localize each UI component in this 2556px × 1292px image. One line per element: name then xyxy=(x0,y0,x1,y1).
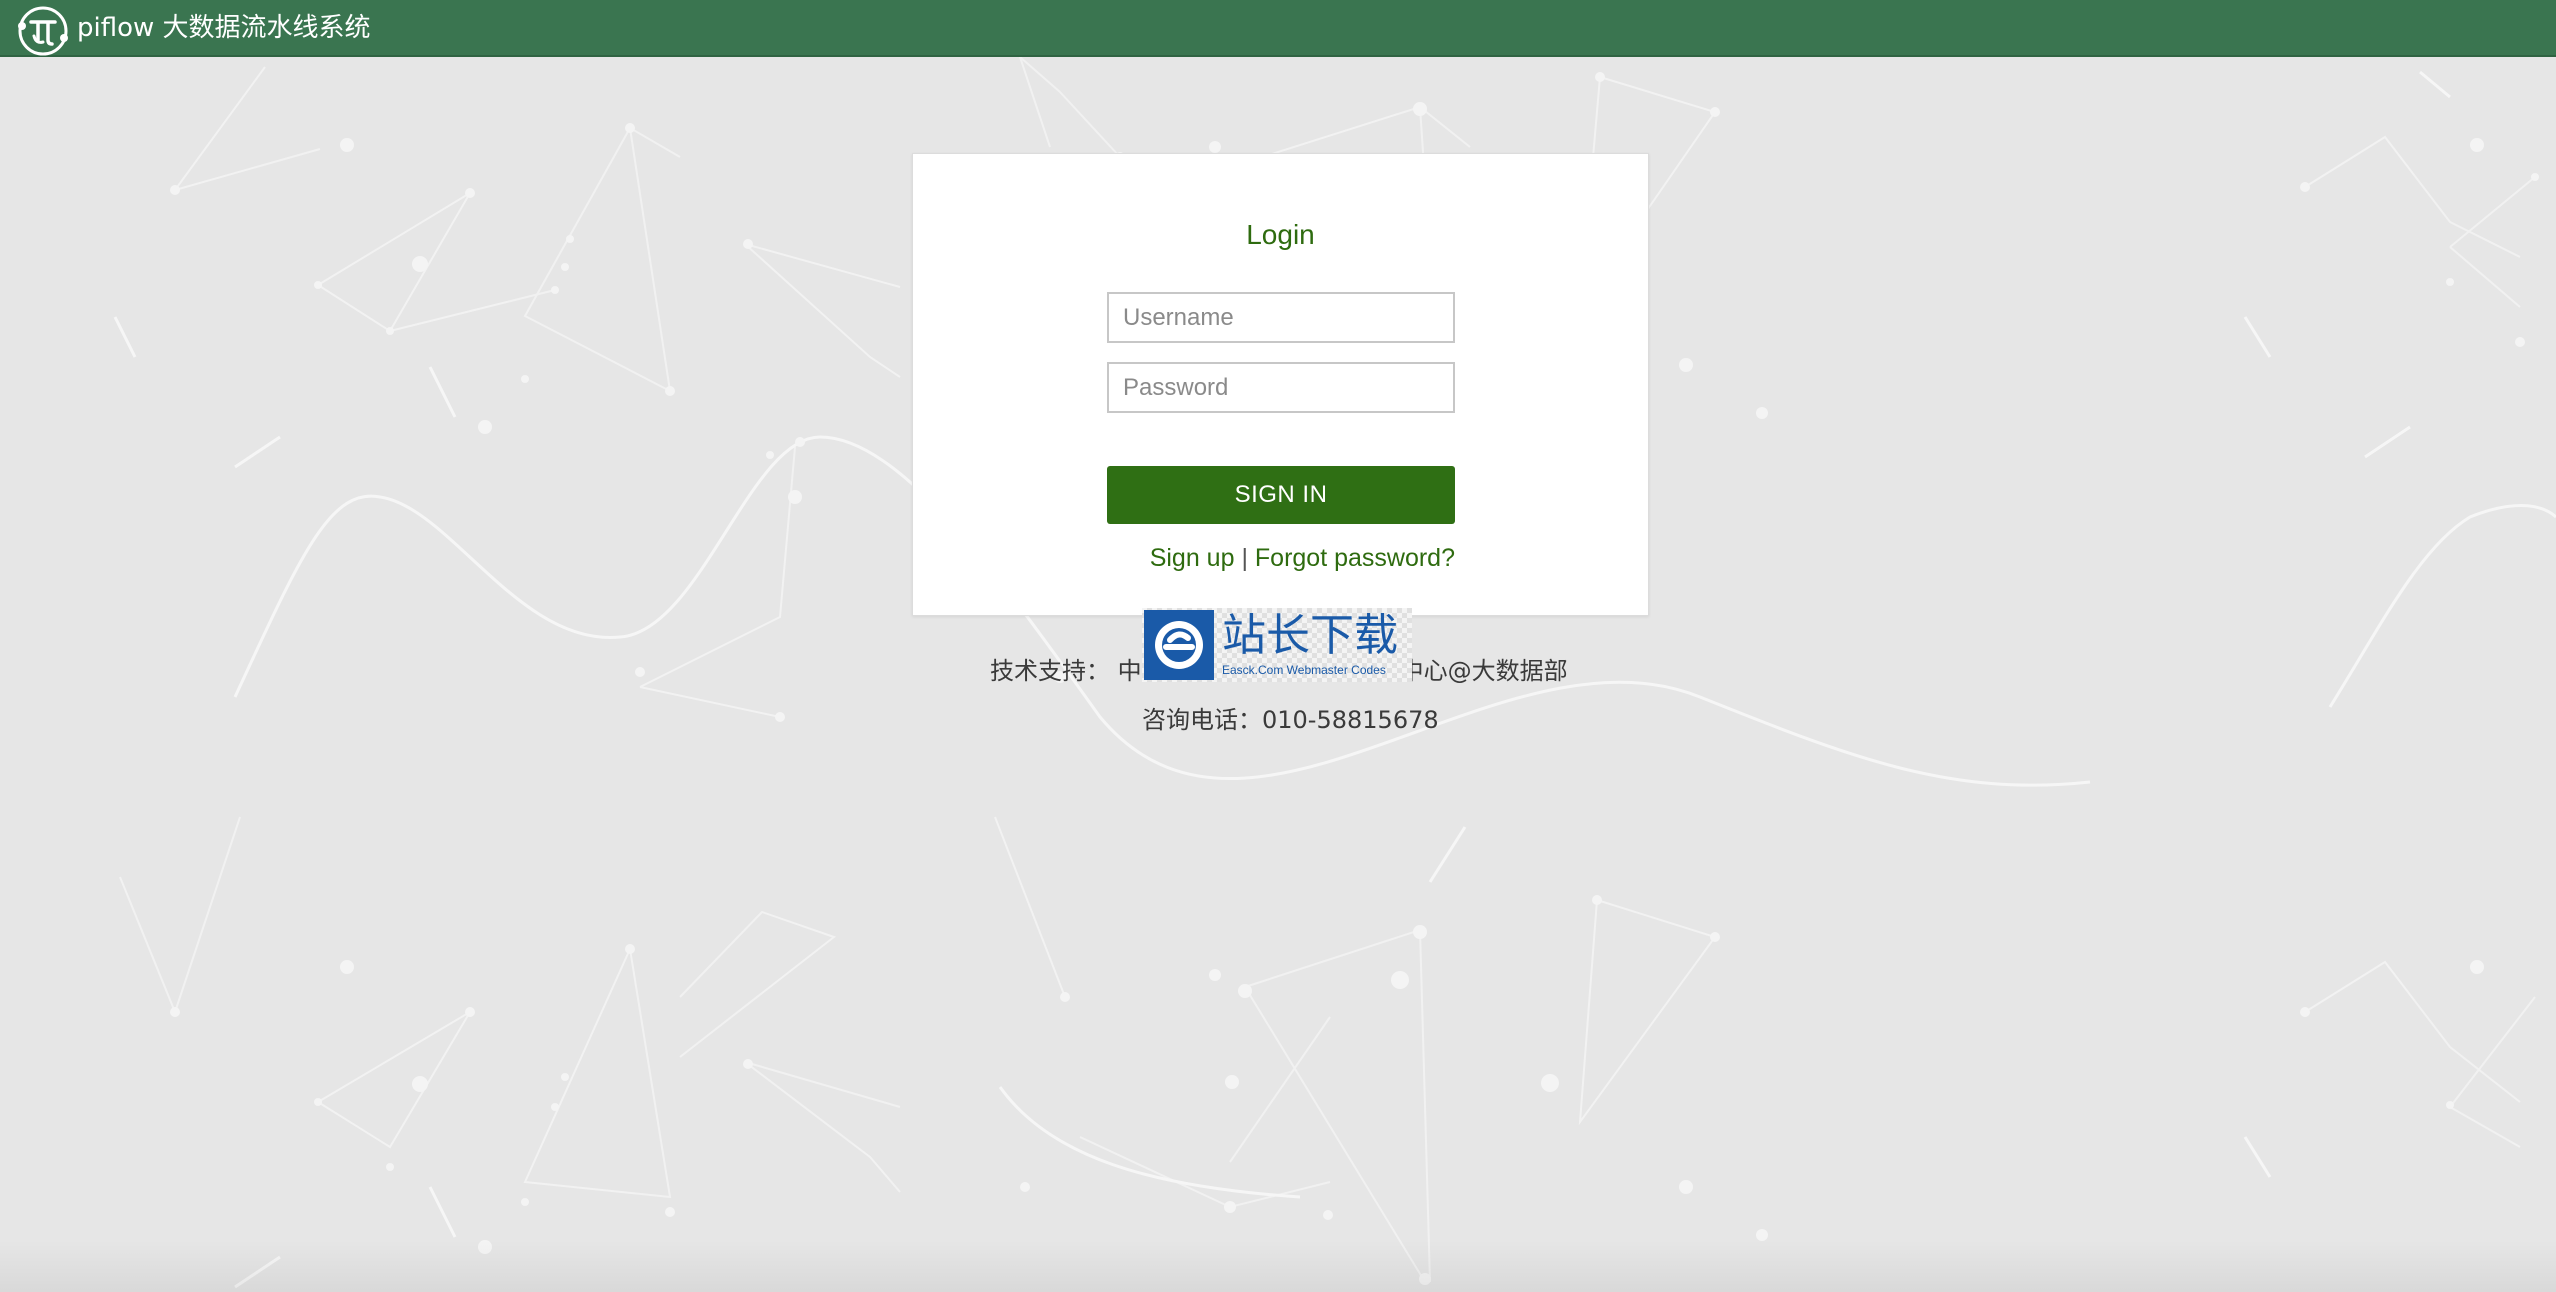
tech-support-left: 技术支持： 中 xyxy=(990,657,1142,685)
watermark-subtitle: Easck.Com Webmaster Codes xyxy=(1222,663,1386,677)
watermark: 站长下载 Easck.Com Webmaster Codes xyxy=(1142,608,1412,682)
tech-support-right: 中心@大数据部 xyxy=(1399,657,1568,685)
top-bar: piflow 大数据流水线系统 xyxy=(0,0,2556,57)
login-card: Login SIGN IN Sign up | Forgot password? xyxy=(912,153,1649,616)
username-input[interactable] xyxy=(1107,292,1455,343)
sign-in-button[interactable]: SIGN IN xyxy=(1107,466,1455,524)
app-title: piflow 大数据流水线系统 xyxy=(77,13,371,43)
sign-up-link[interactable]: Sign up xyxy=(1150,544,1235,572)
watermark-title: 站长下载 xyxy=(1222,610,1398,661)
piflow-logo-icon[interactable] xyxy=(16,4,70,58)
forgot-password-link[interactable]: Forgot password? xyxy=(1255,544,1455,572)
auth-links: Sign up | Forgot password? xyxy=(1107,543,1455,573)
easck-logo-icon xyxy=(1144,610,1214,680)
contact-phone: 咨询电话：010-58815678 xyxy=(1142,706,1439,734)
link-separator: | xyxy=(1241,544,1248,572)
bottom-shadow xyxy=(0,1240,2556,1292)
password-input[interactable] xyxy=(1107,362,1455,413)
login-title: Login xyxy=(1246,219,1315,250)
